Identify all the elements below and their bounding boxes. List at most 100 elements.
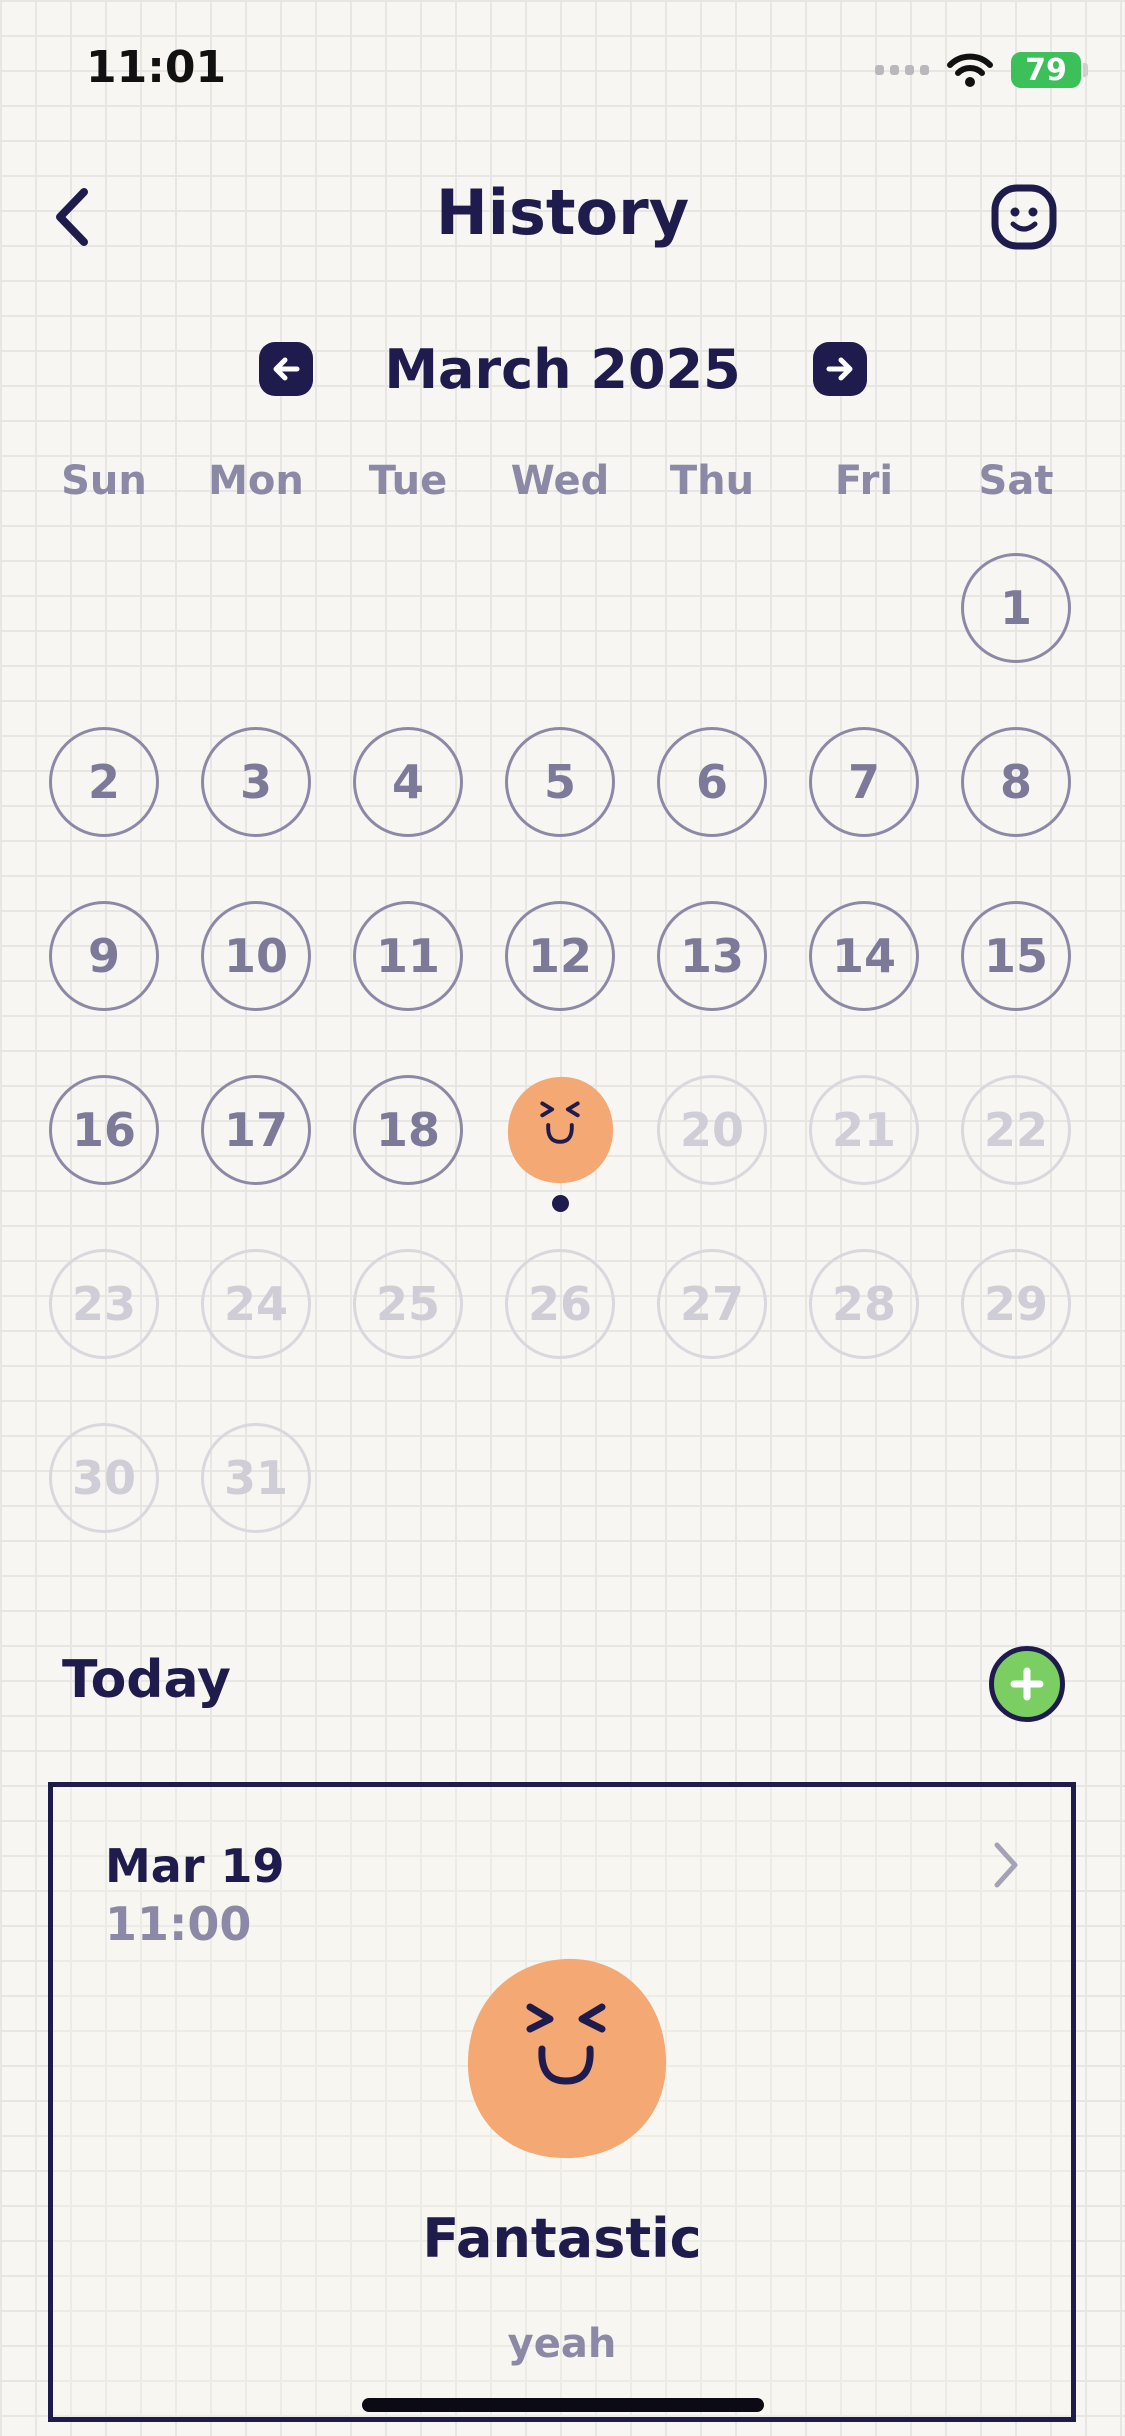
calendar-day-6[interactable]: 6	[657, 727, 767, 837]
calendar-day-cell: 6	[636, 727, 788, 901]
calendar-day-27[interactable]: 27	[657, 1249, 767, 1359]
profile-button[interactable]	[991, 184, 1057, 250]
calendar-day-14[interactable]: 14	[809, 901, 919, 1011]
calendar-day-3[interactable]: 3	[201, 727, 311, 837]
calendar-day-18[interactable]: 18	[353, 1075, 463, 1185]
calendar-day-cell: 16	[28, 1075, 180, 1249]
calendar-day-25[interactable]: 25	[353, 1249, 463, 1359]
page-title: History	[435, 176, 690, 249]
calendar-day-2[interactable]: 2	[49, 727, 159, 837]
calendar-grid: 1 2 3 4 5 6 7 8 9 10 11 12 13 14 15 16 17 18 20 21 22 23 24 25 2…	[28, 553, 1098, 1597]
weekday-label: Mon	[208, 458, 304, 504]
calendar-day-13[interactable]: 13	[657, 901, 767, 1011]
calendar-day-16[interactable]: 16	[49, 1075, 159, 1185]
calendar-day-7[interactable]: 7	[809, 727, 919, 837]
calendar-day-26[interactable]: 26	[505, 1249, 615, 1359]
calendar-day-23[interactable]: 23	[49, 1249, 159, 1359]
calendar-day-cell: 23	[28, 1249, 180, 1423]
calendar-day-cell: 7	[788, 727, 940, 901]
weekday-label: Fri	[834, 458, 894, 504]
entry-note: yeah	[507, 2321, 617, 2367]
calendar-day-cell: 10	[180, 901, 332, 1075]
calendar-day-cell: 27	[636, 1249, 788, 1423]
calendar-day-5[interactable]: 5	[505, 727, 615, 837]
calendar-day-4[interactable]: 4	[353, 727, 463, 837]
entry-date: Mar 19	[105, 1839, 285, 1893]
calendar-day-cell: 4	[332, 727, 484, 901]
weekday-label: Sun	[61, 458, 147, 504]
calendar-blank-cell	[180, 553, 332, 727]
calendar-day-cell: 22	[940, 1075, 1092, 1249]
calendar-day-11[interactable]: 11	[353, 901, 463, 1011]
calendar-day-12[interactable]: 12	[505, 901, 615, 1011]
weekday-label: Wed	[510, 458, 610, 504]
calendar-day-cell: 18	[332, 1075, 484, 1249]
fantastic-mood-face-icon	[507, 1076, 614, 1184]
previous-month-button[interactable]	[258, 342, 313, 396]
calendar-day-15[interactable]: 15	[961, 901, 1071, 1011]
calendar-day-cell: 3	[180, 727, 332, 901]
mood-entry-card[interactable]: Mar 19 11:00 Fantastic yeah	[48, 1782, 1076, 2422]
calendar-day-cell: 28	[788, 1249, 940, 1423]
calendar-day-cell: 29	[940, 1249, 1092, 1423]
calendar-day-28[interactable]: 28	[809, 1249, 919, 1359]
today-heading: Today	[62, 1650, 231, 1710]
month-selector: March 2025	[0, 334, 1125, 404]
calendar-blank-cell	[636, 553, 788, 727]
calendar-blank-cell	[28, 553, 180, 727]
calendar-day-31[interactable]: 31	[201, 1423, 311, 1533]
chevron-right-icon	[994, 1842, 1018, 1888]
calendar-day-22[interactable]: 22	[961, 1075, 1071, 1185]
calendar-day-9[interactable]: 9	[49, 901, 159, 1011]
calendar-day-cell: 9	[28, 901, 180, 1075]
calendar-day-cell: 2	[28, 727, 180, 901]
calendar-day-cell: 5	[484, 727, 636, 901]
arrow-right-icon	[826, 357, 852, 381]
calendar-day-10[interactable]: 10	[201, 901, 311, 1011]
calendar-day-20[interactable]: 20	[657, 1075, 767, 1185]
smiley-face-icon	[991, 184, 1057, 250]
calendar-day-cell: 11	[332, 901, 484, 1075]
calendar-day-cell: 15	[940, 901, 1092, 1075]
add-entry-button[interactable]	[989, 1646, 1065, 1722]
calendar-day-19-mood[interactable]	[505, 1075, 615, 1185]
weekday-label: Sat	[978, 458, 1054, 504]
calendar-day-cell: 21	[788, 1075, 940, 1249]
status-time: 11:01	[86, 42, 227, 93]
arrow-left-icon	[273, 357, 299, 381]
plus-icon	[1010, 1667, 1044, 1701]
calendar-day-cell: 8	[940, 727, 1092, 901]
calendar-day-cell: 12	[484, 901, 636, 1075]
weekday-header: Sun Mon Tue Wed Thu Fri Sat	[28, 458, 1098, 504]
calendar-day-cell: 14	[788, 901, 940, 1075]
entry-mood-label: Fantastic	[422, 2207, 702, 2270]
entry-time: 11:00	[105, 1897, 252, 1951]
home-indicator	[362, 2398, 764, 2412]
next-month-button[interactable]	[812, 342, 867, 396]
calendar-day-cell: 17	[180, 1075, 332, 1249]
calendar-day-1[interactable]: 1	[961, 553, 1071, 663]
weekday-label: Thu	[669, 458, 755, 504]
calendar-day-cell: 20	[636, 1075, 788, 1249]
calendar-day-cell: 25	[332, 1249, 484, 1423]
calendar-day-cell: 13	[636, 901, 788, 1075]
calendar-blank-cell	[788, 553, 940, 727]
calendar-day-cell: 1	[940, 553, 1092, 727]
calendar-day-24[interactable]: 24	[201, 1249, 311, 1359]
cellular-signal-icon	[875, 65, 929, 75]
calendar-day-30[interactable]: 30	[49, 1423, 159, 1533]
status-icons: 79	[875, 50, 1088, 90]
calendar-day-17[interactable]: 17	[201, 1075, 311, 1185]
calendar-blank-cell	[332, 553, 484, 727]
calendar-day-cell: 26	[484, 1249, 636, 1423]
calendar-day-21[interactable]: 21	[809, 1075, 919, 1185]
wifi-icon	[947, 53, 993, 87]
calendar-day-29[interactable]: 29	[961, 1249, 1071, 1359]
fantastic-mood-face-icon	[467, 1958, 667, 2159]
calendar-day-cell: 24	[180, 1249, 332, 1423]
calendar-day-cell: 30	[28, 1423, 180, 1597]
calendar-day-8[interactable]: 8	[961, 727, 1071, 837]
weekday-label: Tue	[368, 458, 448, 504]
calendar-blank-cell	[484, 553, 636, 727]
battery-indicator: 79	[1011, 52, 1088, 88]
